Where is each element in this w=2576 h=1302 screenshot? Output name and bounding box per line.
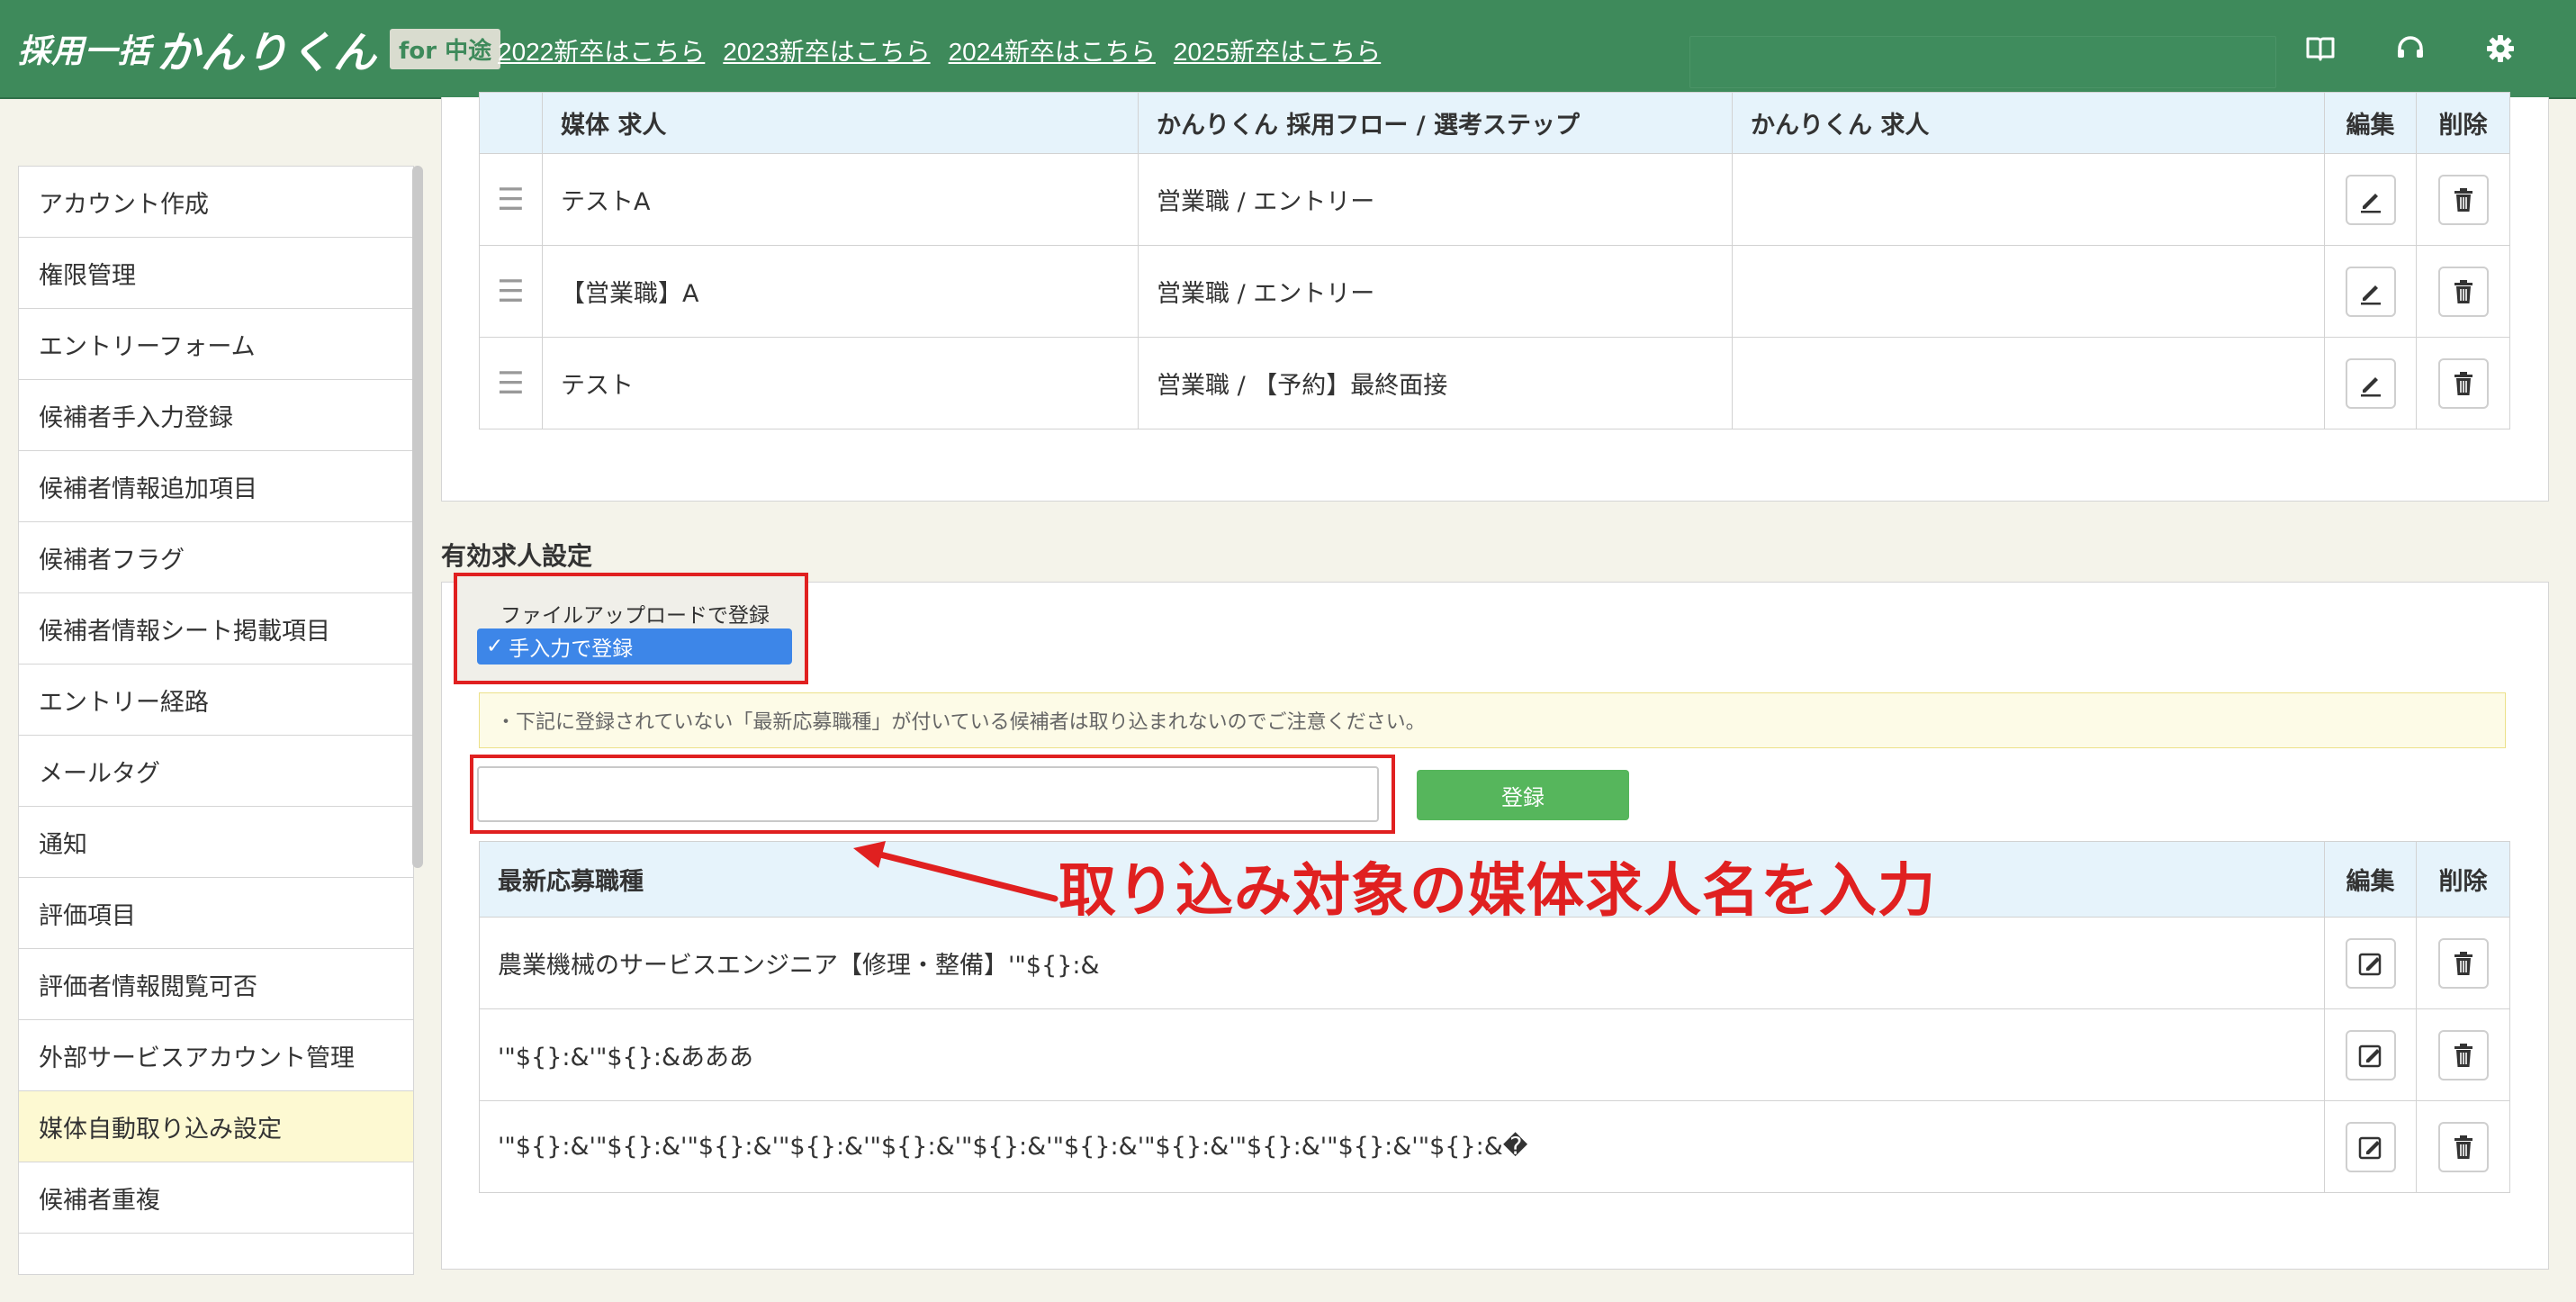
pencil-icon — [2360, 285, 2381, 304]
table-row: '"${}:&'"${}:&あああ — [479, 1008, 2510, 1101]
trash-icon — [2454, 371, 2472, 395]
register-method-dropdown[interactable]: ファイルアップロードで登録 ✓ 手入力で登録 — [454, 573, 808, 684]
pencil-icon — [2360, 376, 2381, 396]
edit-button[interactable] — [2345, 266, 2396, 317]
sidebar-item-mail-tags[interactable]: メールタグ — [19, 736, 413, 807]
sidebar-item-account[interactable]: アカウント作成 — [19, 167, 413, 238]
sidebar-scrollbar[interactable] — [412, 166, 423, 868]
annotation-label: 取り込み対象の媒体求人名を入力 — [1058, 858, 1936, 925]
trash-icon — [2454, 279, 2472, 303]
section-title-valid-jobs: 有効求人設定 — [441, 541, 593, 571]
link-2022[interactable]: 2022新卒はこちら — [498, 32, 705, 68]
table-row: ☰ 【営業職】A 営業職 / エントリー — [479, 245, 2510, 338]
link-2025[interactable]: 2025新卒はこちら — [1174, 32, 1381, 68]
settings-sidebar: アカウント作成 権限管理 エントリーフォーム 候補者手入力登録 候補者情報追加項… — [18, 166, 414, 1275]
media-job-cell: テストA — [542, 153, 1139, 246]
kanri-job-cell — [1732, 245, 2325, 338]
drag-handle-icon[interactable]: ☰ — [479, 337, 543, 429]
delete-button[interactable] — [2437, 937, 2489, 989]
edit-button[interactable] — [2345, 357, 2396, 409]
sidebar-item-extra-fields[interactable]: 候補者情報追加項目 — [19, 451, 413, 522]
sidebar-item-entry-route[interactable]: エントリー経路 — [19, 665, 413, 736]
mapping-table-header: 媒体 求人 かんりくん 採用フロー / 選考ステップ かんりくん 求人 編集 削… — [479, 92, 2510, 154]
drag-handle-icon[interactable]: ☰ — [479, 153, 543, 246]
sidebar-item-external-accounts[interactable]: 外部サービスアカウント管理 — [19, 1020, 413, 1091]
table-row: ☰ テストA 営業職 / エントリー — [479, 153, 2510, 246]
sidebar-item-media-import[interactable]: 媒体自動取り込み設定 — [19, 1091, 413, 1162]
import-notice: ・下記に登録されていない「最新応募職種」が付いている候補者は取り込まれないのでご… — [479, 692, 2506, 748]
job-name-cell: '"${}:&'"${}:&'"${}:&'"${}:&'"${}:&'"${}… — [479, 1100, 2325, 1193]
sidebar-item-entry-form[interactable]: エントリーフォーム — [19, 309, 413, 380]
flow-cell: 営業職 / エントリー — [1138, 153, 1733, 246]
trash-icon — [2454, 1043, 2472, 1067]
delete-button[interactable] — [2437, 1029, 2489, 1080]
logo-tag: for 中途 — [390, 28, 501, 69]
media-job-cell: テスト — [542, 337, 1139, 429]
col-media-job: 媒体 求人 — [542, 92, 1139, 154]
sidebar-item-permissions[interactable]: 権限管理 — [19, 238, 413, 309]
edit-button[interactable] — [2345, 174, 2396, 225]
job-name-cell: '"${}:&'"${}:&あああ — [479, 1008, 2325, 1101]
link-2024[interactable]: 2024新卒はこちら — [949, 32, 1156, 68]
col-delete: 削除 — [2416, 92, 2510, 154]
logo-brand-text: かんりくん — [157, 28, 378, 78]
delete-button[interactable] — [2437, 357, 2489, 409]
sidebar-item-notifications[interactable]: 通知 — [19, 807, 413, 878]
trash-icon — [2454, 187, 2472, 212]
kanri-job-cell — [1732, 337, 2325, 429]
pencil-icon — [2360, 193, 2381, 212]
check-icon: ✓ — [486, 635, 504, 658]
sidebar-item-flags[interactable]: 候補者フラグ — [19, 522, 413, 593]
col-flow-step: かんりくん 採用フロー / 選考ステップ — [1138, 92, 1733, 154]
top-bar: 採用一括 かんりくん for 中途 2022新卒はこちら 2023新卒はこちら … — [0, 0, 2576, 99]
edit-button[interactable] — [2345, 1029, 2396, 1080]
headset-icon[interactable] — [2392, 31, 2428, 67]
job-name-input[interactable] — [477, 766, 1379, 822]
table-row: ☰ テスト 営業職 / 【予約】最終面接 — [479, 337, 2510, 429]
year-links: 2022新卒はこちら 2023新卒はこちら 2024新卒はこちら 2025新卒は… — [498, 32, 1381, 68]
book-icon[interactable] — [2302, 31, 2338, 67]
register-button[interactable]: 登録 — [1417, 770, 1629, 820]
delete-button[interactable] — [2437, 174, 2489, 225]
dropdown-option-manual[interactable]: ✓ 手入力で登録 — [477, 628, 792, 665]
kanri-job-cell — [1732, 153, 2325, 246]
gear-icon[interactable] — [2482, 31, 2518, 67]
col-kanri-job: かんりくん 求人 — [1732, 92, 2325, 154]
dropdown-option-manual-label: 手入力で登録 — [509, 637, 634, 661]
mapping-table: 媒体 求人 かんりくん 採用フロー / 選考ステップ かんりくん 求人 編集 削… — [479, 92, 2510, 429]
drag-handle-icon[interactable]: ☰ — [479, 245, 543, 338]
link-2023[interactable]: 2023新卒はこちら — [723, 32, 930, 68]
edit-button[interactable] — [2345, 1121, 2396, 1172]
table-row: '"${}:&'"${}:&'"${}:&'"${}:&'"${}:&'"${}… — [479, 1100, 2510, 1193]
annotation-arrow-icon — [853, 841, 1058, 902]
sidebar-item-manual-register[interactable]: 候補者手入力登録 — [19, 380, 413, 451]
app-logo[interactable]: 採用一括 かんりくん for 中途 — [18, 20, 501, 78]
sidebar-item-duplicates[interactable]: 候補者重複 — [19, 1162, 413, 1234]
header-search-box[interactable] — [1689, 36, 2276, 88]
delete-button[interactable] — [2437, 266, 2489, 317]
table-row: 農業機械のサービスエンジニア【修理・整備】'"${}:& — [479, 917, 2510, 1009]
media-job-cell: 【営業職】A — [542, 245, 1139, 338]
trash-icon — [2454, 951, 2472, 975]
flow-cell: 営業職 / エントリー — [1138, 245, 1733, 338]
sidebar-item-evaluation[interactable]: 評価項目 — [19, 878, 413, 949]
sidebar-item-cutoff[interactable] — [19, 1234, 413, 1274]
col-handle — [479, 92, 543, 154]
dropdown-option-file-upload[interactable]: ファイルアップロードで登録 — [500, 598, 770, 628]
edit-box-icon — [2358, 953, 2381, 975]
flow-cell: 営業職 / 【予約】最終面接 — [1138, 337, 1733, 429]
col-delete: 削除 — [2416, 841, 2510, 918]
edit-box-icon — [2358, 1044, 2381, 1067]
edit-box-icon — [2358, 1136, 2381, 1159]
delete-button[interactable] — [2437, 1121, 2489, 1172]
col-edit: 編集 — [2324, 841, 2417, 918]
trash-icon — [2454, 1135, 2472, 1159]
job-name-cell: 農業機械のサービスエンジニア【修理・整備】'"${}:& — [479, 917, 2325, 1009]
col-edit: 編集 — [2324, 92, 2417, 154]
logo-main-text: 採用一括 — [18, 33, 152, 70]
sidebar-item-info-sheet[interactable]: 候補者情報シート掲載項目 — [19, 593, 413, 665]
edit-button[interactable] — [2345, 937, 2396, 989]
sidebar-item-evaluator-access[interactable]: 評価者情報閲覧可否 — [19, 949, 413, 1020]
